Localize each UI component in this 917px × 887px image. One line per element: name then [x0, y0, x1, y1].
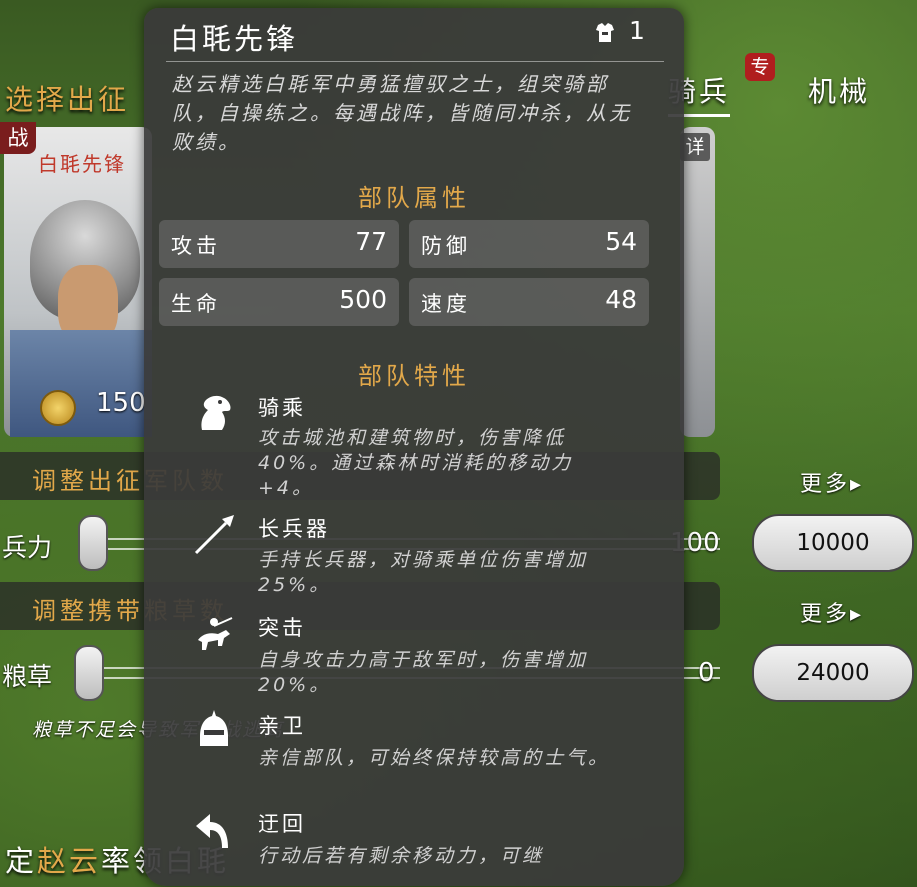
stat-defense: 防御 54	[409, 220, 649, 268]
battle-badge: 战	[0, 122, 36, 154]
guard-helmet-icon	[200, 710, 228, 746]
trait-description: 行动后若有剩余移动力，可继	[258, 845, 545, 867]
unit-card-partial[interactable]	[680, 127, 715, 437]
troops-max-button[interactable]: 10000	[752, 514, 914, 572]
unit-card-name: 白毦先锋	[38, 152, 126, 176]
troops-label: 兵力	[2, 533, 53, 562]
armor-icon	[596, 23, 614, 42]
confirm-prefix: 定	[5, 844, 38, 878]
trait-name: 迂回	[258, 812, 306, 836]
spear-icon	[194, 515, 234, 555]
tab-machinery[interactable]: 机械	[808, 70, 870, 110]
food-label: 粮草	[2, 662, 53, 691]
coin-icon	[40, 390, 76, 426]
stat-value: 77	[355, 227, 387, 256]
attributes-heading: 部队属性	[358, 184, 470, 212]
troops-slider-handle[interactable]	[78, 515, 108, 571]
general-armor	[10, 330, 152, 437]
turn-back-arrow-icon	[196, 814, 228, 848]
stat-value: 500	[339, 285, 387, 314]
trait-name: 突击	[258, 616, 306, 640]
stat-label: 生命	[171, 292, 221, 316]
trait-description: 手持长兵器，对骑乘单位伤害增加25%。	[258, 549, 589, 596]
unit-tooltip: 白毦先锋 1 赵云精选白毦军中勇猛擅驭之士，组突骑部队，自操练之。每遇战阵，皆随…	[144, 8, 684, 886]
food-value: 0	[698, 658, 715, 688]
food-max-button[interactable]: 24000	[752, 644, 914, 702]
stat-label: 攻击	[171, 234, 221, 258]
section-title: 选择出征	[5, 83, 130, 116]
tooltip-count: 1	[629, 16, 645, 45]
stat-label: 速度	[421, 292, 471, 316]
trait-name: 亲卫	[258, 714, 306, 738]
trait-name: 长兵器	[258, 517, 330, 541]
stat-speed: 速度 48	[409, 278, 649, 326]
food-more-button[interactable]: 更多▸	[800, 596, 864, 628]
troops-more-button[interactable]: 更多▸	[800, 466, 864, 498]
detail-badge[interactable]: 详	[680, 133, 710, 161]
stat-value: 54	[605, 227, 637, 256]
traits-heading: 部队特性	[358, 362, 470, 390]
hero-name: 赵云	[37, 844, 102, 878]
tooltip-divider	[166, 61, 664, 62]
trait-description: 亲信部队，可始终保持较高的士气。	[258, 747, 611, 769]
trait-description: 攻击城池和建筑物时，伤害降低40%。通过森林时消耗的移动力+4。	[258, 427, 574, 499]
stat-health: 生命 500	[159, 278, 399, 326]
specialty-badge: 专	[745, 53, 775, 81]
food-slider-handle[interactable]	[74, 645, 104, 701]
stat-label: 防御	[421, 234, 471, 258]
stat-attack: 攻击 77	[159, 220, 399, 268]
trait-description: 自身攻击力高于敌军时，伤害增加20%。	[258, 649, 589, 696]
trait-name: 骑乘	[258, 396, 306, 420]
unit-cost: 150	[96, 388, 146, 418]
tooltip-description: 赵云精选白毦军中勇猛擅驭之士，组突骑部队，自操练之。每遇战阵，皆随同冲杀，从无败…	[172, 72, 632, 154]
horse-head-icon	[201, 395, 231, 430]
tooltip-title: 白毦先锋	[170, 22, 299, 56]
charging-rider-icon	[198, 617, 233, 650]
stat-value: 48	[605, 285, 637, 314]
